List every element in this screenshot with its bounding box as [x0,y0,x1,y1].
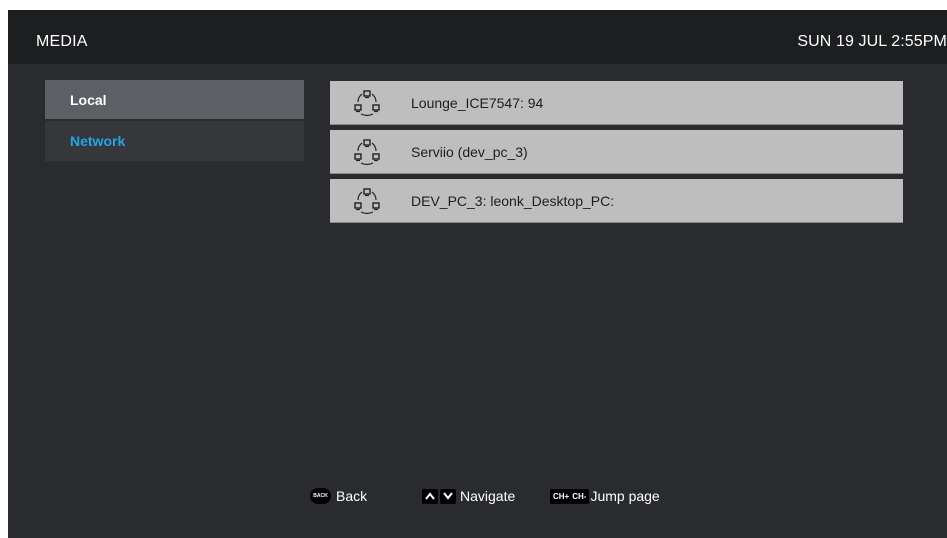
jump-page-label: Jump page [590,488,660,504]
ch-plus-key: CH+ [553,491,570,501]
arrow-up-icon [422,488,438,504]
server-name: DEV_PC_3: leonk_Desktop_PC: [411,192,615,209]
channel-keys-icon: CH+ CH- [550,488,590,504]
server-list: Lounge_ICE7547: 94 Serviio (dev_pc_3) DE… [330,81,903,228]
network-share-icon [352,186,382,216]
page-title: MEDIA [36,33,88,50]
clock: SUN 19 JUL 2:55PM [797,33,947,50]
server-name: Serviio (dev_pc_3) [411,143,528,160]
key-hints: BACK Back Navigate CH+ CH- Jump page [8,484,947,508]
back-hint[interactable]: BACK Back [310,484,367,508]
back-key-icon: BACK [310,488,331,504]
jump-page-hint: CH+ CH- Jump page [550,484,660,508]
sidebar: Local Network [45,80,304,163]
sidebar-item-network[interactable]: Network [45,121,304,161]
media-screen: MEDIA SUN 19 JUL 2:55PM Local Network Lo… [8,10,947,538]
network-share-icon [352,137,382,167]
ch-minus-key: CH- [572,491,587,501]
navigate-label: Navigate [460,488,516,504]
arrow-down-icon [440,488,456,504]
list-item[interactable]: Lounge_ICE7547: 94 [330,81,903,125]
network-share-icon [352,88,382,118]
top-bar: MEDIA SUN 19 JUL 2:55PM [8,10,947,64]
list-item[interactable]: Serviio (dev_pc_3) [330,130,903,174]
list-item[interactable]: DEV_PC_3: leonk_Desktop_PC: [330,179,903,223]
sidebar-item-label: Network [70,133,126,149]
navigate-hint: Navigate [422,484,515,508]
sidebar-item-local[interactable]: Local [45,80,304,119]
server-name: Lounge_ICE7547: 94 [411,94,544,111]
sidebar-item-label: Local [70,91,107,108]
back-label: Back [336,488,368,504]
